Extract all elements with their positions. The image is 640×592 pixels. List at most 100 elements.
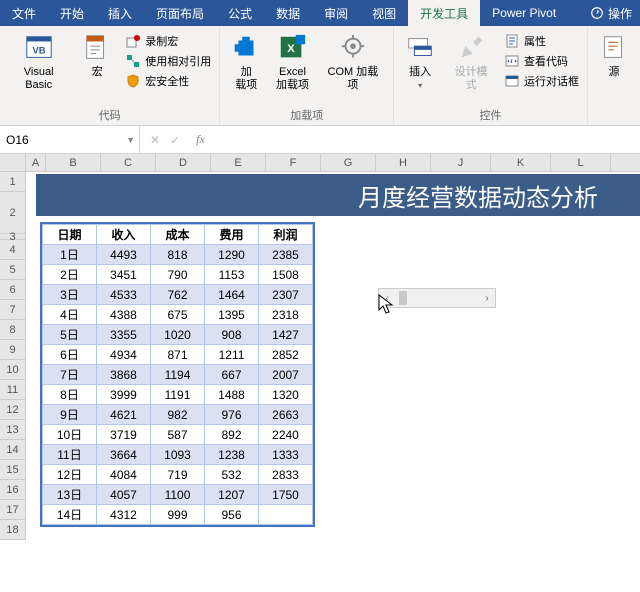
tab-formulas[interactable]: 公式 bbox=[216, 0, 264, 26]
table-row[interactable]: 3日453376214642307 bbox=[43, 285, 313, 305]
visual-basic-button[interactable]: VB Visual Basic bbox=[6, 28, 71, 92]
row-header[interactable]: 17 bbox=[0, 500, 26, 520]
table-cell[interactable]: 1333 bbox=[259, 445, 313, 465]
table-cell[interactable]: 999 bbox=[151, 505, 205, 525]
table-row[interactable]: 7日386811946672007 bbox=[43, 365, 313, 385]
col-header[interactable]: B bbox=[46, 154, 101, 171]
tab-file[interactable]: 文件 bbox=[0, 0, 48, 26]
row-header[interactable]: 9 bbox=[0, 340, 26, 360]
table-row[interactable]: 12日40847195322833 bbox=[43, 465, 313, 485]
table-cell[interactable]: 2318 bbox=[259, 305, 313, 325]
col-header[interactable]: D bbox=[156, 154, 211, 171]
table-cell[interactable]: 2日 bbox=[43, 265, 97, 285]
table-cell[interactable]: 3355 bbox=[97, 325, 151, 345]
row-header[interactable]: 18 bbox=[0, 520, 26, 540]
table-cell[interactable]: 762 bbox=[151, 285, 205, 305]
table-cell[interactable]: 2240 bbox=[259, 425, 313, 445]
tab-pagelayout[interactable]: 页面布局 bbox=[144, 0, 216, 26]
table-cell[interactable]: 1750 bbox=[259, 485, 313, 505]
table-row[interactable]: 5日335510209081427 bbox=[43, 325, 313, 345]
table-cell[interactable]: 532 bbox=[205, 465, 259, 485]
com-addins-button[interactable]: COM 加载项 bbox=[319, 28, 388, 92]
table-cell[interactable]: 2007 bbox=[259, 365, 313, 385]
table-cell[interactable]: 1290 bbox=[205, 245, 259, 265]
table-cell[interactable]: 4493 bbox=[97, 245, 151, 265]
table-cell[interactable]: 1427 bbox=[259, 325, 313, 345]
properties-button[interactable]: 属性 bbox=[502, 32, 581, 50]
tab-review[interactable]: 审阅 bbox=[312, 0, 360, 26]
table-cell[interactable]: 4057 bbox=[97, 485, 151, 505]
row-header[interactable]: 13 bbox=[0, 420, 26, 440]
row-header[interactable]: 12 bbox=[0, 400, 26, 420]
table-row[interactable]: 8日3999119114881320 bbox=[43, 385, 313, 405]
tab-insert[interactable]: 插入 bbox=[96, 0, 144, 26]
table-cell[interactable] bbox=[259, 505, 313, 525]
insert-control-button[interactable]: 插入▾ bbox=[400, 28, 440, 92]
table-cell[interactable]: 719 bbox=[151, 465, 205, 485]
table-cell[interactable]: 1488 bbox=[205, 385, 259, 405]
table-cell[interactable]: 4533 bbox=[97, 285, 151, 305]
name-box[interactable]: ▼ bbox=[0, 126, 140, 153]
row-header[interactable]: 5 bbox=[0, 260, 26, 280]
macro-security-button[interactable]: 宏安全性 bbox=[123, 72, 213, 90]
col-header[interactable]: E bbox=[211, 154, 266, 171]
col-header[interactable]: K bbox=[491, 154, 551, 171]
table-cell[interactable]: 1395 bbox=[205, 305, 259, 325]
row-header[interactable]: 14 bbox=[0, 440, 26, 460]
table-cell[interactable]: 4084 bbox=[97, 465, 151, 485]
scroll-track[interactable] bbox=[395, 289, 479, 307]
table-cell[interactable]: 871 bbox=[151, 345, 205, 365]
table-cell[interactable]: 14日 bbox=[43, 505, 97, 525]
table-cell[interactable]: 2307 bbox=[259, 285, 313, 305]
table-cell[interactable]: 3日 bbox=[43, 285, 97, 305]
macros-button[interactable]: 宏 bbox=[77, 28, 117, 79]
row-header[interactable]: 7 bbox=[0, 300, 26, 320]
table-cell[interactable]: 1093 bbox=[151, 445, 205, 465]
table-cell[interactable]: 5日 bbox=[43, 325, 97, 345]
table-cell[interactable]: 10日 bbox=[43, 425, 97, 445]
row-header[interactable]: 2 bbox=[0, 192, 26, 234]
table-cell[interactable]: 908 bbox=[205, 325, 259, 345]
row-header[interactable]: 1 bbox=[0, 172, 26, 192]
row-header[interactable]: 4 bbox=[0, 240, 26, 260]
table-cell[interactable]: 1211 bbox=[205, 345, 259, 365]
view-code-button[interactable]: 查看代码 bbox=[502, 52, 581, 70]
name-box-input[interactable] bbox=[6, 133, 133, 147]
tell-me[interactable]: 操作 bbox=[582, 5, 640, 22]
table-row[interactable]: 6日493487112112852 bbox=[43, 345, 313, 365]
table-cell[interactable]: 2663 bbox=[259, 405, 313, 425]
table-cell[interactable]: 2833 bbox=[259, 465, 313, 485]
table-cell[interactable]: 4621 bbox=[97, 405, 151, 425]
addins-button[interactable]: 加 载项 bbox=[226, 28, 266, 92]
table-row[interactable]: 9日46219829762663 bbox=[43, 405, 313, 425]
design-mode-button[interactable]: 设计模式 bbox=[446, 28, 496, 92]
confirm-icon[interactable]: ✓ bbox=[170, 133, 180, 147]
table-cell[interactable]: 11日 bbox=[43, 445, 97, 465]
select-all-corner[interactable] bbox=[0, 154, 26, 171]
table-cell[interactable]: 1508 bbox=[259, 265, 313, 285]
use-relative-button[interactable]: 使用相对引用 bbox=[123, 52, 213, 70]
tab-data[interactable]: 数据 bbox=[264, 0, 312, 26]
table-row[interactable]: 11日3664109312381333 bbox=[43, 445, 313, 465]
col-header[interactable]: J bbox=[431, 154, 491, 171]
table-cell[interactable]: 4日 bbox=[43, 305, 97, 325]
table-cell[interactable]: 4312 bbox=[97, 505, 151, 525]
table-cell[interactable]: 9日 bbox=[43, 405, 97, 425]
row-header[interactable]: 15 bbox=[0, 460, 26, 480]
table-cell[interactable]: 790 bbox=[151, 265, 205, 285]
table-cell[interactable]: 667 bbox=[205, 365, 259, 385]
table-row[interactable]: 4日438867513952318 bbox=[43, 305, 313, 325]
tab-home[interactable]: 开始 bbox=[48, 0, 96, 26]
table-cell[interactable]: 6日 bbox=[43, 345, 97, 365]
table-cell[interactable]: 1320 bbox=[259, 385, 313, 405]
table-cell[interactable]: 976 bbox=[205, 405, 259, 425]
chevron-down-icon[interactable]: ▼ bbox=[126, 135, 135, 145]
table-cell[interactable]: 1194 bbox=[151, 365, 205, 385]
table-cell[interactable]: 1238 bbox=[205, 445, 259, 465]
scroll-left-button[interactable]: ‹ bbox=[379, 293, 395, 304]
worksheet-grid[interactable]: ABCDEFGHJKL 123456789101112131415161718 … bbox=[0, 154, 640, 592]
source-button[interactable]: 源 bbox=[594, 28, 634, 79]
table-cell[interactable]: 2385 bbox=[259, 245, 313, 265]
table-row[interactable]: 14日4312999956 bbox=[43, 505, 313, 525]
table-cell[interactable]: 3999 bbox=[97, 385, 151, 405]
